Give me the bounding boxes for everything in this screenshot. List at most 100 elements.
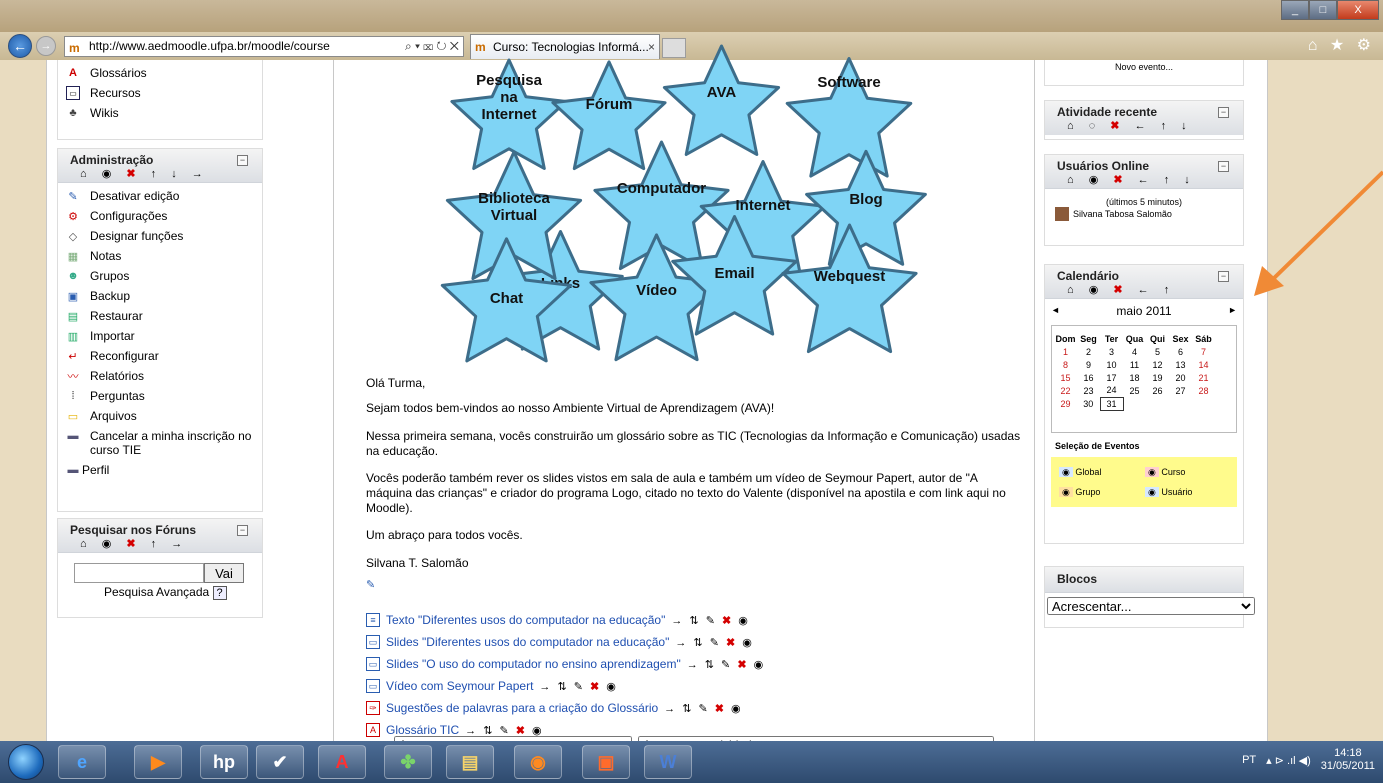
resource-edit-controls[interactable]: → ⇅ ✎ ✖ ◉ bbox=[671, 614, 749, 627]
mail-icon[interactable]: ✔ bbox=[256, 745, 304, 779]
resource-link[interactable]: Slides "O uso do computador no ensino ap… bbox=[386, 657, 681, 671]
resource-link[interactable]: Texto "Diferentes usos do computador na … bbox=[386, 613, 665, 627]
collapse-icon[interactable]: − bbox=[237, 155, 248, 166]
calendar-day[interactable]: 28 bbox=[1192, 384, 1215, 397]
calendar-day[interactable]: 9 bbox=[1077, 358, 1100, 371]
calendar-day[interactable]: 6 bbox=[1169, 345, 1192, 358]
firefox-icon[interactable]: ◉ bbox=[514, 745, 562, 779]
resource-link[interactable]: Slides "Diferentes usos do computador na… bbox=[386, 635, 669, 649]
word-icon[interactable]: W bbox=[644, 745, 692, 779]
collapse-icon[interactable]: − bbox=[1218, 107, 1229, 118]
admin-item-label[interactable]: Relatórios bbox=[90, 369, 144, 383]
admin-item[interactable]: ▬ Perfil bbox=[66, 463, 254, 483]
calendar-day[interactable]: 21 bbox=[1192, 371, 1215, 384]
calendar-day[interactable]: 10 bbox=[1100, 358, 1123, 371]
calendar-day[interactable]: 7 bbox=[1192, 345, 1215, 358]
block-controls[interactable]: ⌂ ◉ ✖ ↑ → bbox=[80, 537, 188, 550]
admin-item[interactable]: ☻ Grupos bbox=[66, 269, 254, 289]
resource-edit-controls[interactable]: → ⇅ ✎ ✖ ◉ bbox=[687, 658, 765, 671]
forward-arrow-icon[interactable]: → bbox=[36, 36, 56, 56]
resource-link[interactable]: Glossário TIC bbox=[386, 723, 459, 737]
calendar-day[interactable]: 5 bbox=[1146, 345, 1169, 358]
calendar-day[interactable]: 25 bbox=[1123, 384, 1146, 397]
collapse-icon[interactable]: − bbox=[237, 525, 248, 536]
activity-label[interactable]: Glossários bbox=[90, 66, 147, 80]
block-controls[interactable]: ⌂ ◌ ✖ ← ↑ ↓ bbox=[1067, 119, 1193, 132]
admin-item[interactable]: 〰 Relatórios bbox=[66, 369, 254, 389]
help-icon[interactable]: ? bbox=[212, 586, 227, 600]
activity-label[interactable]: Wikis bbox=[90, 106, 119, 120]
calendar-day[interactable]: 20 bbox=[1169, 371, 1192, 384]
calendar-day[interactable]: 22 bbox=[1054, 384, 1077, 397]
clock[interactable]: 14:18 31/05/2011 bbox=[1321, 747, 1375, 773]
browser-toolbar-icons[interactable]: ⌂ ★ ⚙ bbox=[1308, 35, 1375, 55]
activity-glossaries[interactable]: A Glossários bbox=[66, 66, 254, 86]
resource-edit-controls[interactable]: → ⇅ ✎ ✖ ◉ bbox=[539, 680, 617, 693]
block-controls[interactable]: ⌂ ◉ ✖ ← ↑ bbox=[1067, 283, 1175, 296]
calendar-day[interactable]: 13 bbox=[1169, 358, 1192, 371]
resource-link[interactable]: Vídeo com Seymour Papert bbox=[386, 679, 533, 693]
admin-item-label[interactable]: Perfil bbox=[82, 463, 109, 477]
admin-item[interactable]: ▤ Restaurar bbox=[66, 309, 254, 329]
admin-item-label[interactable]: Grupos bbox=[90, 269, 129, 283]
tray-icons[interactable]: ▴ ⊳ .ıl ◀) bbox=[1266, 754, 1311, 767]
calendar-day[interactable]: 12 bbox=[1146, 358, 1169, 371]
calendar-day[interactable]: 15 bbox=[1054, 371, 1077, 384]
event-group[interactable]: ◉ Grupo bbox=[1059, 487, 1100, 498]
media-player-icon[interactable]: ▶ bbox=[134, 745, 182, 779]
minimize-button[interactable]: _ bbox=[1281, 0, 1309, 20]
maximize-button[interactable]: □ bbox=[1309, 0, 1337, 20]
admin-item[interactable]: ✎ Desativar edição bbox=[66, 189, 254, 209]
calendar-day[interactable]: 29 bbox=[1054, 397, 1077, 410]
calendar-day[interactable]: 27 bbox=[1169, 384, 1192, 397]
advanced-search-link[interactable]: Pesquisa Avançada bbox=[104, 585, 209, 599]
calendar-day[interactable]: 30 bbox=[1077, 397, 1100, 410]
block-controls[interactable]: ⌂ ◉ ✖ ← ↑ ↓ bbox=[1067, 173, 1196, 186]
resource-link[interactable]: Sugestões de palavras para a criação do … bbox=[386, 701, 658, 715]
calendar-day[interactable]: 2 bbox=[1077, 345, 1100, 358]
forum-search-button[interactable]: Vai bbox=[204, 563, 244, 583]
calendar-day[interactable]: 18 bbox=[1123, 371, 1146, 384]
add-block-select[interactable]: Acrescentar... bbox=[1047, 597, 1255, 615]
calendar-day[interactable]: 31 bbox=[1099, 396, 1124, 411]
activity-resources[interactable]: ▭ Recursos bbox=[66, 86, 254, 106]
next-month-icon[interactable]: ► bbox=[1228, 305, 1237, 315]
calendar-day[interactable]: 1 bbox=[1054, 345, 1077, 358]
admin-item-label[interactable]: Designar funções bbox=[90, 229, 183, 243]
admin-item[interactable]: ▬ Cancelar a minha inscrição no curso TIE bbox=[66, 429, 254, 463]
admin-item[interactable]: ◇ Designar funções bbox=[66, 229, 254, 249]
event-user[interactable]: ◉ Usuário bbox=[1145, 487, 1192, 498]
calendar-day[interactable]: 4 bbox=[1123, 345, 1146, 358]
admin-item[interactable]: ↵ Reconfigurar bbox=[66, 349, 254, 369]
resource-edit-controls[interactable]: → ⇅ ✎ ✖ ◉ bbox=[465, 724, 543, 737]
admin-item[interactable]: ⚙ Configurações bbox=[66, 209, 254, 229]
calendar-day[interactable]: 16 bbox=[1077, 371, 1100, 384]
event-global[interactable]: ◉ Global bbox=[1059, 467, 1101, 478]
people-icon[interactable]: ✤ bbox=[384, 745, 432, 779]
resource-edit-controls[interactable]: → ⇅ ✎ ✖ ◉ bbox=[664, 702, 742, 715]
calendar-day[interactable]: 19 bbox=[1146, 371, 1169, 384]
explorer-icon[interactable]: ▤ bbox=[446, 745, 494, 779]
block-controls[interactable]: ⌂ ◉ ✖ ↑ ↓ → bbox=[80, 167, 209, 180]
back-arrow-icon[interactable]: ← bbox=[8, 34, 32, 58]
calendar-day[interactable]: 23 bbox=[1077, 384, 1100, 397]
admin-item[interactable]: ▭ Arquivos bbox=[66, 409, 254, 429]
admin-item-label[interactable]: Reconfigurar bbox=[90, 349, 159, 363]
ie-icon[interactable]: e bbox=[58, 745, 106, 779]
admin-item[interactable]: ▥ Importar bbox=[66, 329, 254, 349]
resource-edit-controls[interactable]: → ⇅ ✎ ✖ ◉ bbox=[675, 636, 753, 649]
hp-icon[interactable]: hp bbox=[200, 745, 248, 779]
collapse-icon[interactable]: − bbox=[1218, 161, 1229, 172]
edit-summary-icon[interactable]: ✎ bbox=[366, 578, 375, 591]
acrobat-icon[interactable]: A bbox=[318, 745, 366, 779]
admin-item-label[interactable]: Importar bbox=[90, 329, 135, 343]
forum-search-input[interactable] bbox=[74, 563, 204, 583]
calendar-day[interactable]: 11 bbox=[1123, 358, 1146, 371]
collapse-icon[interactable]: − bbox=[1218, 271, 1229, 282]
online-user-link[interactable]: Silvana Tabosa Salomão bbox=[1073, 209, 1172, 219]
calendar-day[interactable]: 14 bbox=[1192, 358, 1215, 371]
admin-item-label[interactable]: Arquivos bbox=[90, 409, 137, 423]
language-indicator[interactable]: PT bbox=[1242, 754, 1256, 766]
activity-wikis[interactable]: ♣ Wikis bbox=[66, 106, 254, 126]
admin-item[interactable]: ▣ Backup bbox=[66, 289, 254, 309]
